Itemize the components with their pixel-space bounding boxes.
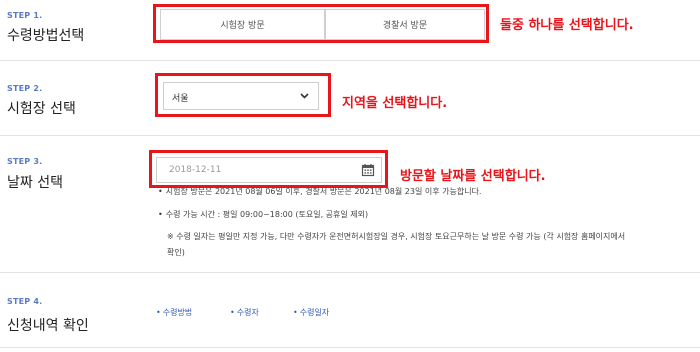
divider xyxy=(0,60,700,61)
bullet: • xyxy=(158,210,163,219)
annotation-region: 지역을 선택합니다. xyxy=(342,96,448,111)
step4-label: STEP 4. xyxy=(7,297,43,306)
divider xyxy=(0,272,700,273)
summary-link-date[interactable]: • 수령일자 xyxy=(293,307,329,318)
step3-title: 날짜 선택 xyxy=(7,175,63,191)
step3-label: STEP 3. xyxy=(7,157,43,166)
highlight-box-region xyxy=(155,73,331,117)
highlight-box-method xyxy=(153,4,489,43)
bullet: • xyxy=(158,187,163,196)
notice-pickup-rule-line2: 확인) xyxy=(167,248,185,257)
notice-text: 시험장 방문은 2021년 08월 06일 이후, 경찰서 방문은 2021년 … xyxy=(165,187,482,196)
summary-link-label: 수령방법 xyxy=(162,308,193,317)
bullet: • xyxy=(156,308,161,317)
step1-label: STEP 1. xyxy=(7,11,43,20)
summary-link-label: 수령자 xyxy=(236,308,259,317)
bullet: • xyxy=(230,308,235,317)
divider xyxy=(0,347,700,348)
step4-title: 신청내역 확인 xyxy=(7,318,89,334)
summary-link-method[interactable]: • 수령방법 xyxy=(156,307,192,318)
annotation-method: 둘중 하나를 선택합니다. xyxy=(500,18,634,33)
divider xyxy=(0,135,700,136)
notice-pickup-rule-line1: ※ 수령 일자는 평일만 지정 가능, 다만 수령자가 운전면허시험장일 경우,… xyxy=(167,232,626,241)
step1-title: 수령방법선택 xyxy=(7,28,85,44)
notice-text: 수령 가능 시간 : 평일 09:00~18:00 (토요일, 공휴일 제외) xyxy=(165,210,369,219)
summary-link-label: 수령일자 xyxy=(299,308,330,317)
step2-label: STEP 2. xyxy=(7,84,43,93)
step2-title: 시험장 선택 xyxy=(7,101,76,117)
notice-pickup-hours: • 수령 가능 시간 : 평일 09:00~18:00 (토요일, 공휴일 제외) xyxy=(158,209,368,220)
highlight-box-date xyxy=(149,150,388,188)
summary-link-recipient[interactable]: • 수령자 xyxy=(230,307,259,318)
bullet: • xyxy=(293,308,298,317)
notice-available-dates: • 시험장 방문은 2021년 08월 06일 이후, 경찰서 방문은 2021년… xyxy=(158,186,481,197)
annotation-date: 방문할 날짜를 선택합니다. xyxy=(400,169,546,184)
